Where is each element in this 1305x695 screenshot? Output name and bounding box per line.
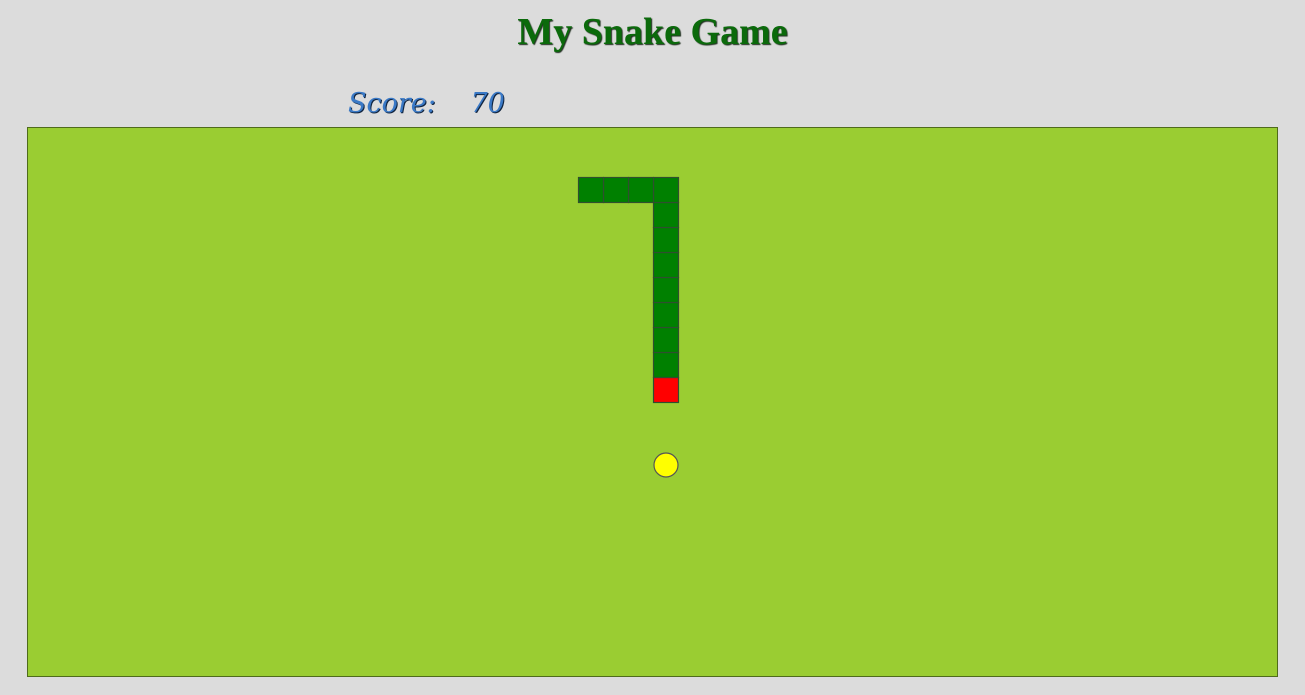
snake-segment [652, 201, 680, 229]
snake-segment [652, 276, 680, 304]
score-value: 70 [470, 88, 505, 119]
snake-segment [602, 176, 630, 204]
snake-segment [652, 351, 680, 379]
snake-segment [652, 251, 680, 279]
score-label: Score: [348, 88, 436, 119]
snake-segment [652, 176, 680, 204]
snake-segment [652, 326, 680, 354]
game-board-canvas [577, 176, 680, 478]
snake-segment [652, 301, 680, 329]
snake-segment [577, 176, 605, 204]
snake-segment [652, 226, 680, 254]
snake-segment [627, 176, 655, 204]
food-pellet [653, 452, 679, 478]
game-board[interactable] [27, 127, 1278, 677]
page-title: My Snake Game [517, 11, 788, 53]
snake-head [652, 376, 680, 404]
score-display: Score: 70 [348, 86, 505, 122]
